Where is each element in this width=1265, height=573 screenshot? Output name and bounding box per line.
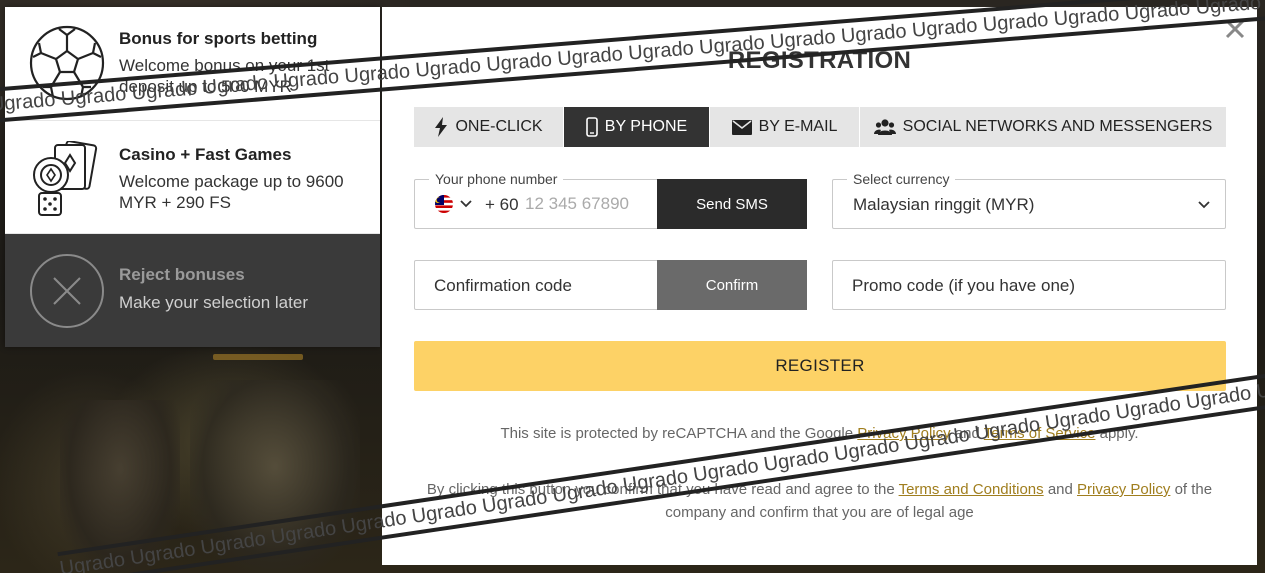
tab-label: SOCIAL NETWORKS AND MESSENGERS [902, 118, 1213, 135]
tab-by-phone[interactable]: BY PHONE [564, 107, 710, 147]
recaptcha-notice: This site is protected by reCAPTCHA and … [382, 425, 1257, 442]
country-code: + 60 [485, 195, 519, 214]
terms-and-conditions-link[interactable]: Terms and Conditions [899, 481, 1044, 498]
casino-chips-cards-dice-icon [33, 141, 98, 216]
users-icon [873, 119, 896, 135]
envelope-icon [731, 119, 752, 135]
bonus-option-reject[interactable]: Reject bonuses Make your selection later [5, 234, 380, 347]
close-icon[interactable] [1221, 15, 1249, 43]
phone-field-label: Your phone number [429, 171, 564, 187]
tab-social-networks[interactable]: SOCIAL NETWORKS AND MESSENGERS [860, 107, 1226, 147]
promo-code-field [832, 260, 1226, 310]
phone-number-input[interactable] [525, 192, 655, 216]
registration-modal: REGISTRATION ONE-CLICK BY PHONE BY E-MAI… [382, 7, 1257, 565]
currency-select[interactable]: Select currency Malaysian ringgit (MYR) [832, 171, 1226, 229]
chevron-down-icon [1198, 201, 1210, 209]
bonus-description: Welcome package up to 9600 MYR + 290 FS [119, 172, 344, 212]
bonus-description: Welcome bonus on your 1st deposit up to … [119, 56, 330, 96]
terms-of-service-link[interactable]: Terms of Service [984, 425, 1096, 442]
promo-code-input[interactable] [852, 273, 1192, 299]
reject-circle-x-icon [30, 254, 104, 328]
register-button[interactable]: REGISTER [414, 341, 1226, 391]
background-figure-dragon [190, 380, 360, 573]
bonus-selection-panel: Bonus for sports betting Welcome bonus o… [5, 7, 380, 347]
phone-number-field: Your phone number + 60 Send SMS [414, 171, 807, 229]
recaptcha-text: This site is protected by reCAPTCHA and … [500, 425, 854, 442]
background-gold-bar [213, 354, 303, 360]
tab-label: BY E-MAIL [758, 118, 838, 135]
background-figure-cowboy [60, 400, 180, 573]
agreement-privacy-policy-link[interactable]: Privacy Policy [1077, 481, 1170, 498]
bonus-option-sports[interactable]: Bonus for sports betting Welcome bonus o… [5, 7, 380, 121]
chevron-down-icon[interactable] [459, 199, 473, 209]
soccer-ball-icon [29, 25, 105, 101]
bonus-description: Make your selection later [119, 293, 308, 312]
confirmation-code-field: Confirm [414, 260, 807, 310]
lightning-icon [435, 117, 448, 137]
bonus-title: Bonus for sports betting [119, 29, 318, 48]
agreement-and: and [1047, 481, 1073, 498]
phone-icon [585, 117, 598, 137]
recaptcha-and: and [954, 425, 980, 442]
bonus-title: Reject bonuses [119, 265, 245, 284]
agreement-notice: By clicking this button you confirm that… [412, 478, 1227, 524]
tab-one-click[interactable]: ONE-CLICK [414, 107, 564, 147]
modal-title: REGISTRATION [727, 47, 912, 74]
confirmation-code-input[interactable] [434, 273, 654, 299]
privacy-policy-link[interactable]: Privacy Policy [857, 425, 950, 442]
send-sms-button[interactable]: Send SMS [657, 179, 807, 229]
registration-tabs: ONE-CLICK BY PHONE BY E-MAIL SOCIAL NETW… [414, 107, 1226, 147]
tab-by-email[interactable]: BY E-MAIL [710, 107, 860, 147]
bonus-option-casino[interactable]: Casino + Fast Games Welcome package up t… [5, 121, 380, 234]
tab-label: ONE-CLICK [455, 118, 543, 135]
bonus-title: Casino + Fast Games [119, 145, 292, 164]
recaptcha-suffix: apply. [1099, 425, 1139, 442]
agreement-text: By clicking this button you confirm that… [426, 481, 895, 498]
tab-label: BY PHONE [604, 118, 688, 135]
currency-selected-value: Malaysian ringgit (MYR) [853, 195, 1035, 214]
malaysia-flag-icon[interactable] [433, 195, 455, 213]
currency-field-label: Select currency [847, 171, 956, 187]
confirm-button[interactable]: Confirm [657, 260, 807, 310]
